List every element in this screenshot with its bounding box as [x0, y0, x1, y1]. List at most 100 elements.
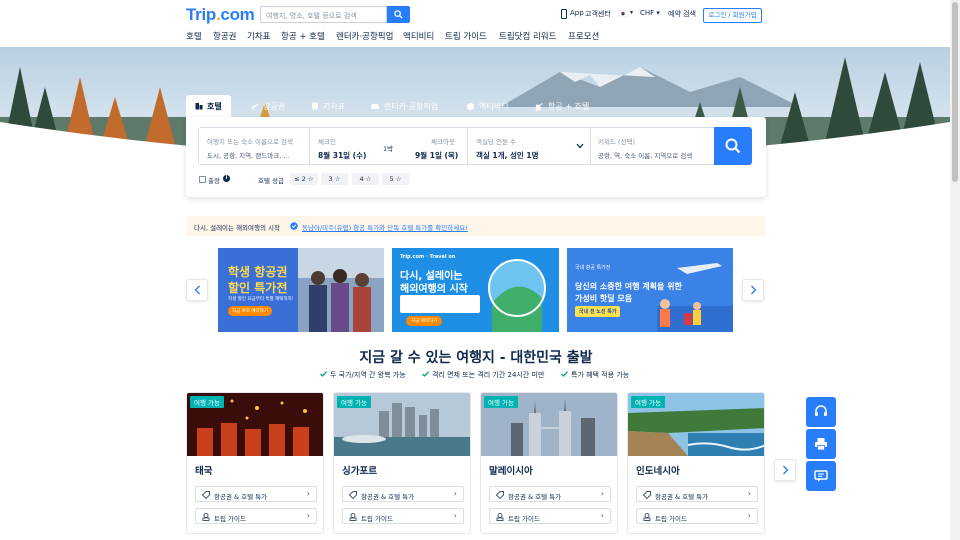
login-button[interactable]: 로그인 / 회원가입 — [703, 8, 762, 23]
trip-guide-link[interactable]: 트립 가이드 › — [195, 508, 317, 524]
language-chevron[interactable]: ▾ — [630, 9, 633, 16]
star-filter-2[interactable]: ≤ 2 ☆ — [290, 173, 318, 185]
page-scrollbar[interactable] — [950, 0, 960, 540]
guide-icon — [643, 513, 651, 521]
destinations-title: 지금 갈 수 있는 여행지 - 대한민국 출발 — [359, 350, 593, 366]
banner-domestic-flights[interactable]: 국내 항공 특가전 당신의 소중한 여행 계획을 위한 가성비 핫딜 모음 국내… — [567, 248, 733, 332]
hotel-search-button[interactable] — [714, 127, 752, 165]
guests-field[interactable]: 객실당 인원 수 객실 1개, 성인 1명 — [467, 127, 591, 165]
currency-selector[interactable]: CHF ▾ — [640, 9, 660, 17]
phone-icon — [561, 9, 567, 19]
header-search-input[interactable]: 여행지, 명소, 호텔 등으로 검색 — [260, 6, 387, 23]
business-label: 출장 — [208, 177, 220, 185]
guide-icon — [349, 513, 357, 521]
nav-hotel[interactable]: 호텔 — [186, 30, 202, 42]
search-widget-graphic — [400, 295, 480, 313]
tab-flight-hotel[interactable]: 항공 + 호텔 — [535, 95, 589, 117]
star-filter-4[interactable]: 4 ☆ — [352, 173, 379, 185]
thailand-photo: 여행 가능 — [187, 393, 323, 456]
search-icon — [394, 10, 403, 19]
promo-link[interactable]: 동남아/미주(유럽) 항공 특가와 단독 호텔 특가를 확인하세요! — [302, 222, 468, 232]
printer-icon — [815, 438, 827, 451]
airplane-icon — [250, 103, 259, 110]
tab-hotel[interactable]: 호텔 — [186, 95, 231, 117]
booking-search-link[interactable]: 예약 검색 — [668, 9, 696, 19]
guide-icon — [496, 513, 504, 521]
destinations-next-button[interactable] — [774, 459, 796, 481]
nav-promotions[interactable]: 프로모션 — [568, 30, 599, 42]
print-button[interactable] — [806, 429, 836, 459]
destination-card-thailand[interactable]: 여행 가능 태국 항공권 & 호텔 특가 › 트립 가이드 › — [186, 392, 324, 534]
chevron-down-icon — [576, 143, 584, 149]
tab-trains[interactable]: 기차표 — [311, 95, 345, 117]
feature-deals: 특가 혜택 적용 가능 — [571, 371, 630, 379]
guide-icon — [202, 513, 210, 521]
check-icon — [561, 371, 568, 377]
trip-logo[interactable]: Trip.com — [186, 5, 255, 25]
nights-count: 1박 — [383, 145, 394, 153]
tab-flights[interactable]: 항공권 — [250, 95, 285, 117]
feedback-button[interactable] — [806, 461, 836, 491]
trip-guide-link[interactable]: 트립 가이드 › — [636, 508, 758, 524]
hotel-icon — [195, 103, 203, 110]
flight-hotel-deals-link[interactable]: 항공권 & 호텔 특가 › — [342, 486, 464, 502]
indonesia-photo: 여행 가능 — [628, 393, 764, 456]
nav-car-rental[interactable]: 렌터카·공항픽업 — [336, 30, 393, 42]
check-icon — [320, 371, 327, 377]
activity-icon — [466, 101, 475, 111]
malaysia-photo: 여행 가능 — [481, 393, 617, 456]
business-checkbox[interactable] — [199, 176, 206, 183]
nav-trains[interactable]: 기차표 — [247, 30, 270, 42]
flight-hotel-deals-link[interactable]: 항공권 & 호텔 특가 › — [489, 486, 611, 502]
destination-card-malaysia[interactable]: 여행 가능 말레이시아 항공권 & 호텔 특가 › 트립 가이드 › — [480, 392, 618, 534]
star-filter-3[interactable]: 3 ☆ — [321, 173, 348, 185]
support-link[interactable]: 고객센터 — [585, 9, 611, 19]
banner-student-flights[interactable]: 학생 항공권 할인 특가전 학생 할인 요금부터 특별 혜택까지! 지금 바로 … — [218, 248, 384, 332]
korea-flag-icon[interactable] — [618, 10, 628, 17]
header-search-button[interactable] — [387, 6, 410, 23]
feedback-icon — [814, 470, 828, 482]
travelers-photo — [298, 248, 384, 332]
bundle-icon — [535, 102, 544, 111]
feature-quarantine: 격리 면제 또는 격리 기간 24시간 미만 — [432, 371, 545, 379]
banner-prev-button[interactable] — [186, 279, 208, 301]
banner-next-button[interactable] — [742, 279, 764, 301]
banner-cta-button[interactable]: 국내 전 노선 특가 — [575, 306, 621, 317]
tab-car-rental[interactable]: 렌터카·공항픽업 — [370, 95, 438, 117]
check-icon — [422, 371, 429, 377]
tag-icon — [643, 491, 651, 499]
scrollbar-thumb[interactable] — [952, 2, 958, 182]
banner-cta-button[interactable]: 지금 바로 예약하기 — [228, 306, 272, 316]
banner-cta-button[interactable]: 지금 예약하기 — [406, 316, 443, 326]
flight-hotel-deals-link[interactable]: 항공권 & 호텔 특가 › — [195, 486, 317, 502]
trip-guide-link[interactable]: 트립 가이드 › — [489, 508, 611, 524]
keyword-field[interactable]: 키워드 (선택) 공항, 역, 숙소 이름, 지역으로 검색 — [590, 127, 715, 165]
nav-flight-hotel[interactable]: 항공 + 호텔 — [281, 30, 325, 42]
tag-icon — [349, 491, 357, 499]
info-icon[interactable]: i — [223, 175, 230, 182]
star-filter-5[interactable]: 5 ☆ — [382, 173, 409, 185]
tag-icon — [202, 491, 210, 499]
nav-rewards[interactable]: 트립닷컴 리워드 — [499, 30, 556, 42]
trip-guide-link[interactable]: 트립 가이드 › — [342, 508, 464, 524]
checkout-value: 9월 1일 (목) — [415, 151, 459, 160]
destination-card-indonesia[interactable]: 여행 가능 인도네시아 항공권 & 호텔 특가 › 트립 가이드 › — [627, 392, 765, 534]
singapore-photo: 여행 가능 — [334, 393, 470, 456]
destination-card-singapore[interactable]: 여행 가능 싱가포르 항공권 & 호텔 특가 › 트립 가이드 › — [333, 392, 471, 534]
promo-text: 다시, 설레이는 해외여행의 시작 — [194, 224, 281, 232]
flight-hotel-deals-link[interactable]: 항공권 & 호텔 특가 › — [636, 486, 758, 502]
chevron-left-icon — [194, 285, 200, 295]
nav-activities[interactable]: 액티비티 — [403, 30, 434, 42]
banner-overseas-travel[interactable]: Trip.com · Travel on 다시, 설레이는 해외여행의 시작 지… — [392, 248, 559, 332]
available-badge: 여행 가능 — [484, 396, 518, 408]
tab-activities[interactable]: 액티비티 — [466, 95, 508, 117]
nav-flights[interactable]: 항공권 — [213, 30, 236, 42]
headset-icon — [815, 405, 827, 416]
date-field[interactable]: 체크인 8월 31일 (수) 1박 체크아웃 9월 1일 (목) — [309, 127, 468, 165]
nav-trip-guide[interactable]: 트립 가이드 — [445, 30, 487, 42]
customer-support-button[interactable] — [806, 397, 836, 427]
search-icon — [725, 138, 741, 154]
destination-field[interactable]: 여행지 또는 숙소 이름으로 검색 도시, 공항, 지역, 랜드마크, ... — [198, 127, 310, 165]
checkin-value: 8월 31일 (수) — [318, 151, 367, 160]
app-link[interactable]: App — [570, 9, 584, 17]
